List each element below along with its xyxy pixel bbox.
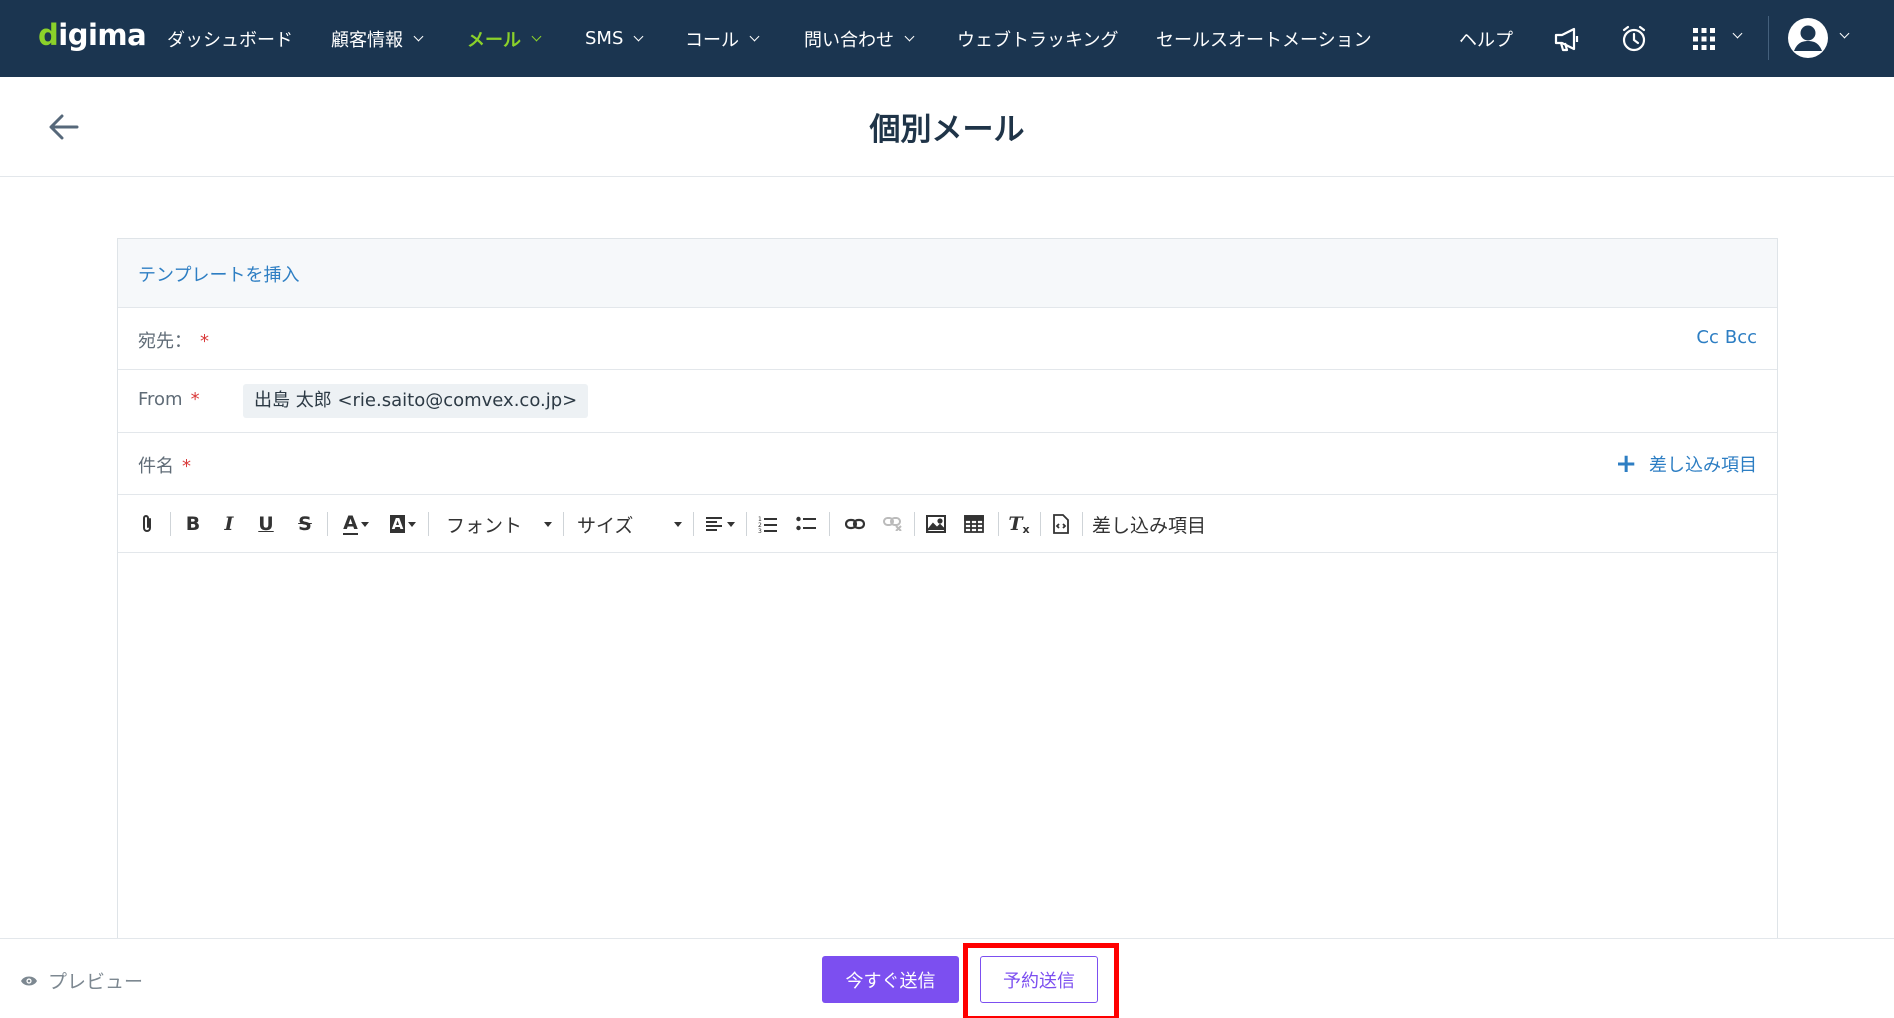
eye-icon	[21, 976, 37, 985]
user-avatar-icon[interactable]	[1786, 16, 1830, 60]
source-code-icon[interactable]	[1048, 509, 1074, 539]
font-size-label: サイズ	[577, 514, 634, 537]
toolbar-divider	[829, 512, 830, 536]
toolbar-divider	[693, 512, 694, 536]
insert-merge-field-label: 差し込み項目	[1649, 455, 1757, 476]
nav-item-inquiry[interactable]: 問い合わせ	[804, 0, 915, 77]
bcc-link[interactable]: Bcc	[1725, 327, 1757, 348]
align-icon[interactable]	[704, 509, 736, 539]
chevron-down-icon	[413, 31, 424, 42]
cc-link[interactable]: Cc	[1696, 327, 1718, 348]
nav-item-customer-info[interactable]: 顧客情報	[331, 0, 424, 77]
required-mark: *	[182, 456, 191, 477]
nav-item-label: セールスオートメーション	[1156, 29, 1372, 51]
toolbar-divider	[1082, 512, 1083, 536]
subject-label-text: 件名	[138, 456, 174, 477]
font-family-label: フォント	[446, 514, 523, 537]
paperclip-icon[interactable]	[136, 509, 158, 539]
preview-button[interactable]: プレビュー	[20, 967, 143, 994]
unlink-icon[interactable]	[880, 509, 906, 539]
required-mark: *	[190, 389, 200, 410]
link-icon[interactable]	[842, 509, 868, 539]
toolbar-divider	[746, 512, 747, 536]
font-size-select[interactable]: サイズ	[577, 509, 682, 539]
megaphone-icon[interactable]	[1547, 19, 1587, 59]
image-icon[interactable]	[923, 509, 949, 539]
insert-merge-field-toolbar-label: 差し込み項目	[1091, 514, 1206, 537]
nav-item-label: コール	[685, 29, 739, 51]
insert-merge-field-button[interactable]: + 差し込み項目	[1615, 451, 1757, 477]
nav-divider	[1768, 16, 1769, 60]
toolbar-divider	[170, 512, 171, 536]
nav-item-label: ウェブトラッキング	[957, 29, 1119, 51]
nav-item-label: 問い合わせ	[804, 29, 894, 51]
nav-item-label: SMS	[585, 28, 624, 49]
nav-item-sales-automation[interactable]: セールスオートメーション	[1156, 0, 1372, 77]
nav-item-label: ヘルプ	[1459, 29, 1513, 51]
chevron-down-icon	[633, 31, 644, 42]
send-now-button[interactable]: 今すぐ送信	[822, 956, 959, 1003]
nav-item-web-tracking[interactable]: ウェブトラッキング	[957, 0, 1118, 77]
chevron-down-icon	[531, 31, 542, 42]
text-color-icon[interactable]: A	[338, 509, 374, 539]
nav-item-dashboard[interactable]: ダッシュボード	[167, 0, 293, 77]
alarm-clock-icon[interactable]	[1614, 19, 1654, 59]
from-sender-chip[interactable]: 出島 太郎 <rie.saito@comvex.co.jp>	[243, 384, 589, 418]
toolbar-divider	[327, 512, 328, 536]
subject-row[interactable]: 件名 * + 差し込み項目	[118, 433, 1777, 495]
subject-label: 件名 *	[138, 452, 191, 478]
strikethrough-icon[interactable]: S	[292, 509, 318, 539]
insert-merge-field-toolbar-button[interactable]: 差し込み項目	[1091, 509, 1207, 539]
chevron-down-icon	[749, 31, 760, 42]
digima-logo[interactable]: digima	[38, 18, 147, 52]
to-label-text: 宛先：	[138, 331, 192, 352]
from-label-text: From	[138, 389, 183, 410]
nav-item-label: ダッシュボード	[167, 29, 293, 51]
nav-item-sms[interactable]: SMS	[585, 0, 644, 77]
insert-template-link[interactable]: テンプレートを挿入	[138, 261, 299, 287]
nav-item-label: メール	[467, 29, 521, 51]
cc-bcc-links: Cc Bcc	[1696, 327, 1757, 348]
required-mark: *	[200, 331, 209, 352]
chevron-down-icon[interactable]	[1839, 28, 1850, 39]
composer-footer: プレビュー 今すぐ送信 予約送信	[0, 938, 1894, 1018]
editor-toolbar: B I U S A A フォント サイズ 123 T x 差し込み項目	[118, 495, 1777, 553]
page-title: 個別メール	[869, 112, 1025, 148]
chevron-down-icon	[904, 31, 915, 42]
toolbar-divider	[914, 512, 915, 536]
chevron-down-icon[interactable]	[1732, 28, 1743, 39]
nav-item-help[interactable]: ヘルプ	[1459, 0, 1513, 77]
nav-item-call[interactable]: コール	[685, 0, 760, 77]
numbered-list-icon[interactable]: 123	[755, 509, 781, 539]
page-header: 個別メール	[0, 77, 1894, 177]
bold-icon[interactable]: B	[180, 509, 206, 539]
table-icon[interactable]	[961, 509, 987, 539]
underline-icon[interactable]: U	[253, 509, 279, 539]
background-color-icon[interactable]: A	[385, 509, 421, 539]
from-label: From *	[138, 389, 200, 410]
template-row: テンプレートを挿入	[118, 239, 1777, 308]
nav-item-label: 顧客情報	[331, 29, 403, 51]
svg-text:3: 3	[758, 528, 762, 533]
nav-item-mail[interactable]: メール	[467, 0, 542, 77]
toolbar-divider	[428, 512, 429, 536]
from-row: From * 出島 太郎 <rie.saito@comvex.co.jp>	[118, 370, 1777, 433]
schedule-send-button[interactable]: 予約送信	[980, 956, 1098, 1003]
email-body-editor[interactable]	[118, 553, 1777, 939]
font-family-select[interactable]: フォント	[446, 509, 552, 539]
to-label: 宛先： *	[138, 327, 209, 353]
plus-icon: +	[1615, 449, 1637, 479]
italic-icon[interactable]: I	[216, 509, 242, 539]
bullet-list-icon[interactable]	[793, 509, 819, 539]
email-composer: テンプレートを挿入 宛先： * Cc Bcc From * 出島 太郎 <rie.sa…	[117, 238, 1778, 938]
top-navigation-bar: digima ダッシュボード 顧客情報 メール SMS コール 問い合わせ ウェ…	[0, 0, 1894, 77]
toolbar-divider	[1040, 512, 1041, 536]
to-row[interactable]: 宛先： * Cc Bcc	[118, 308, 1777, 370]
apps-grid-icon[interactable]	[1684, 19, 1724, 59]
clear-formatting-icon[interactable]: Tx	[1006, 509, 1032, 539]
preview-label: プレビュー	[48, 971, 144, 993]
toolbar-divider	[563, 512, 564, 536]
toolbar-divider	[998, 512, 999, 536]
